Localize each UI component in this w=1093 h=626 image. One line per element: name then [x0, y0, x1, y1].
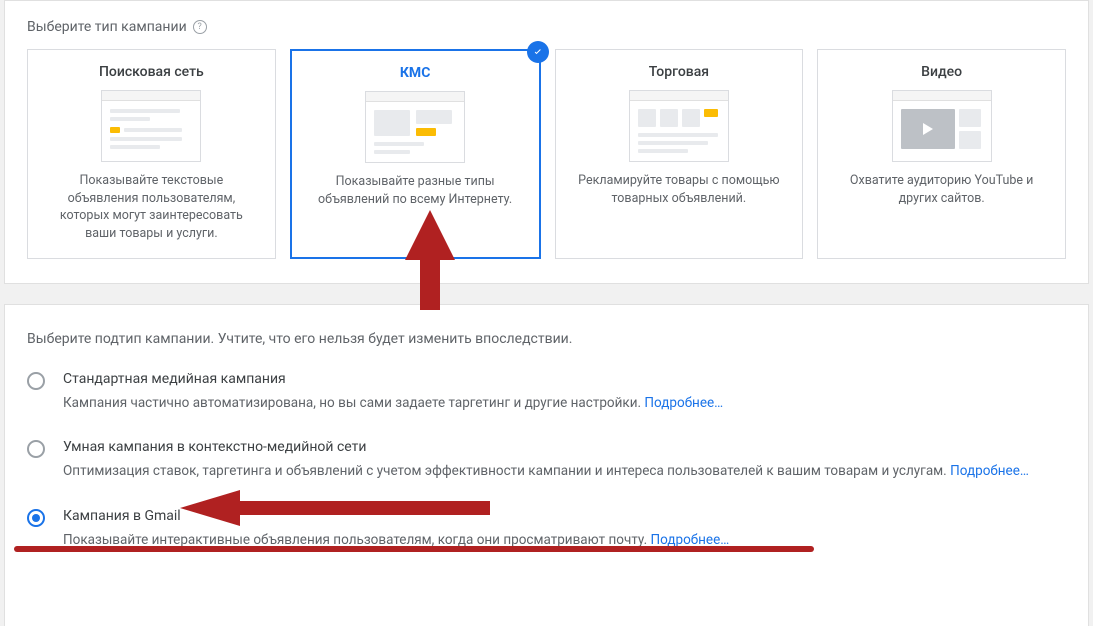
- radio-icon[interactable]: [27, 440, 45, 458]
- learn-more-link[interactable]: Подробнее…: [950, 463, 1029, 479]
- campaign-type-card-video[interactable]: Видео Охватите аудиторию YouTube и други…: [817, 49, 1066, 259]
- card-title: КМС: [302, 65, 529, 81]
- subtype-option-smart-display[interactable]: Умная кампания в контекстно-медийной сет…: [27, 439, 1066, 481]
- subtype-desc-text: Оптимизация ставок, таргетинга и объявле…: [63, 463, 947, 479]
- video-ad-icon: [892, 90, 992, 162]
- display-ad-icon: [365, 91, 465, 163]
- learn-more-link[interactable]: Подробнее…: [644, 395, 723, 411]
- search-ad-icon: [101, 90, 201, 162]
- subtype-desc: Оптимизация ставок, таргетинга и объявле…: [63, 461, 1066, 481]
- card-title: Видео: [828, 64, 1055, 80]
- help-icon[interactable]: ?: [193, 20, 207, 34]
- radio-icon[interactable]: [27, 509, 45, 527]
- campaign-type-panel: Выберите тип кампании ? Поисковая сеть П…: [4, 0, 1089, 284]
- section-title: Выберите тип кампании: [27, 19, 187, 35]
- subtype-option-standard-display[interactable]: Стандартная медийная кампания Кампания ч…: [27, 371, 1066, 413]
- subtype-desc-text: Кампания частично автоматизирована, но в…: [63, 395, 641, 411]
- card-desc: Показывайте разные типы объявлений по вс…: [302, 173, 529, 208]
- campaign-subtype-panel: Выберите подтип кампании. Учтите, что ег…: [4, 304, 1089, 626]
- subtype-title: Кампания в Gmail: [63, 508, 1066, 524]
- card-desc: Рекламируйте товары с помощью товарных о…: [566, 172, 793, 207]
- campaign-type-card-search[interactable]: Поисковая сеть Показывайте текстовые объ…: [27, 49, 276, 259]
- radio-icon[interactable]: [27, 372, 45, 390]
- subtype-desc: Показывайте интерактивные объявления пол…: [63, 530, 1066, 550]
- campaign-type-card-display[interactable]: КМС Показывайте разные типы объявлений п…: [290, 49, 541, 259]
- subtype-texts: Кампания в Gmail Показывайте интерактивн…: [63, 508, 1066, 550]
- subtype-texts: Умная кампания в контекстно-медийной сет…: [63, 439, 1066, 481]
- campaign-type-card-shopping[interactable]: Торговая Рекламируйте товары с помощью т…: [555, 49, 804, 259]
- learn-more-link[interactable]: Подробнее…: [651, 532, 730, 548]
- card-title: Поисковая сеть: [38, 64, 265, 80]
- subtype-desc: Кампания частично автоматизирована, но в…: [63, 393, 1066, 413]
- subtype-option-gmail[interactable]: Кампания в Gmail Показывайте интерактивн…: [27, 508, 1066, 550]
- section-title-row: Выберите тип кампании ?: [27, 19, 1066, 35]
- subtype-desc-text: Показывайте интерактивные объявления пол…: [63, 532, 647, 548]
- card-desc: Показывайте текстовые объявления пользов…: [38, 172, 265, 242]
- card-title: Торговая: [566, 64, 793, 80]
- campaign-type-row: Поисковая сеть Показывайте текстовые объ…: [27, 49, 1066, 259]
- subtype-title: Умная кампания в контекстно-медийной сет…: [63, 439, 1066, 455]
- card-desc: Охватите аудиторию YouTube и других сайт…: [828, 172, 1055, 207]
- subtype-texts: Стандартная медийная кампания Кампания ч…: [63, 371, 1066, 413]
- selected-check-icon: [527, 41, 549, 63]
- shopping-ad-icon: [629, 90, 729, 162]
- subtype-title: Стандартная медийная кампания: [63, 371, 1066, 387]
- subtype-intro: Выберите подтип кампании. Учтите, что ег…: [27, 331, 1066, 347]
